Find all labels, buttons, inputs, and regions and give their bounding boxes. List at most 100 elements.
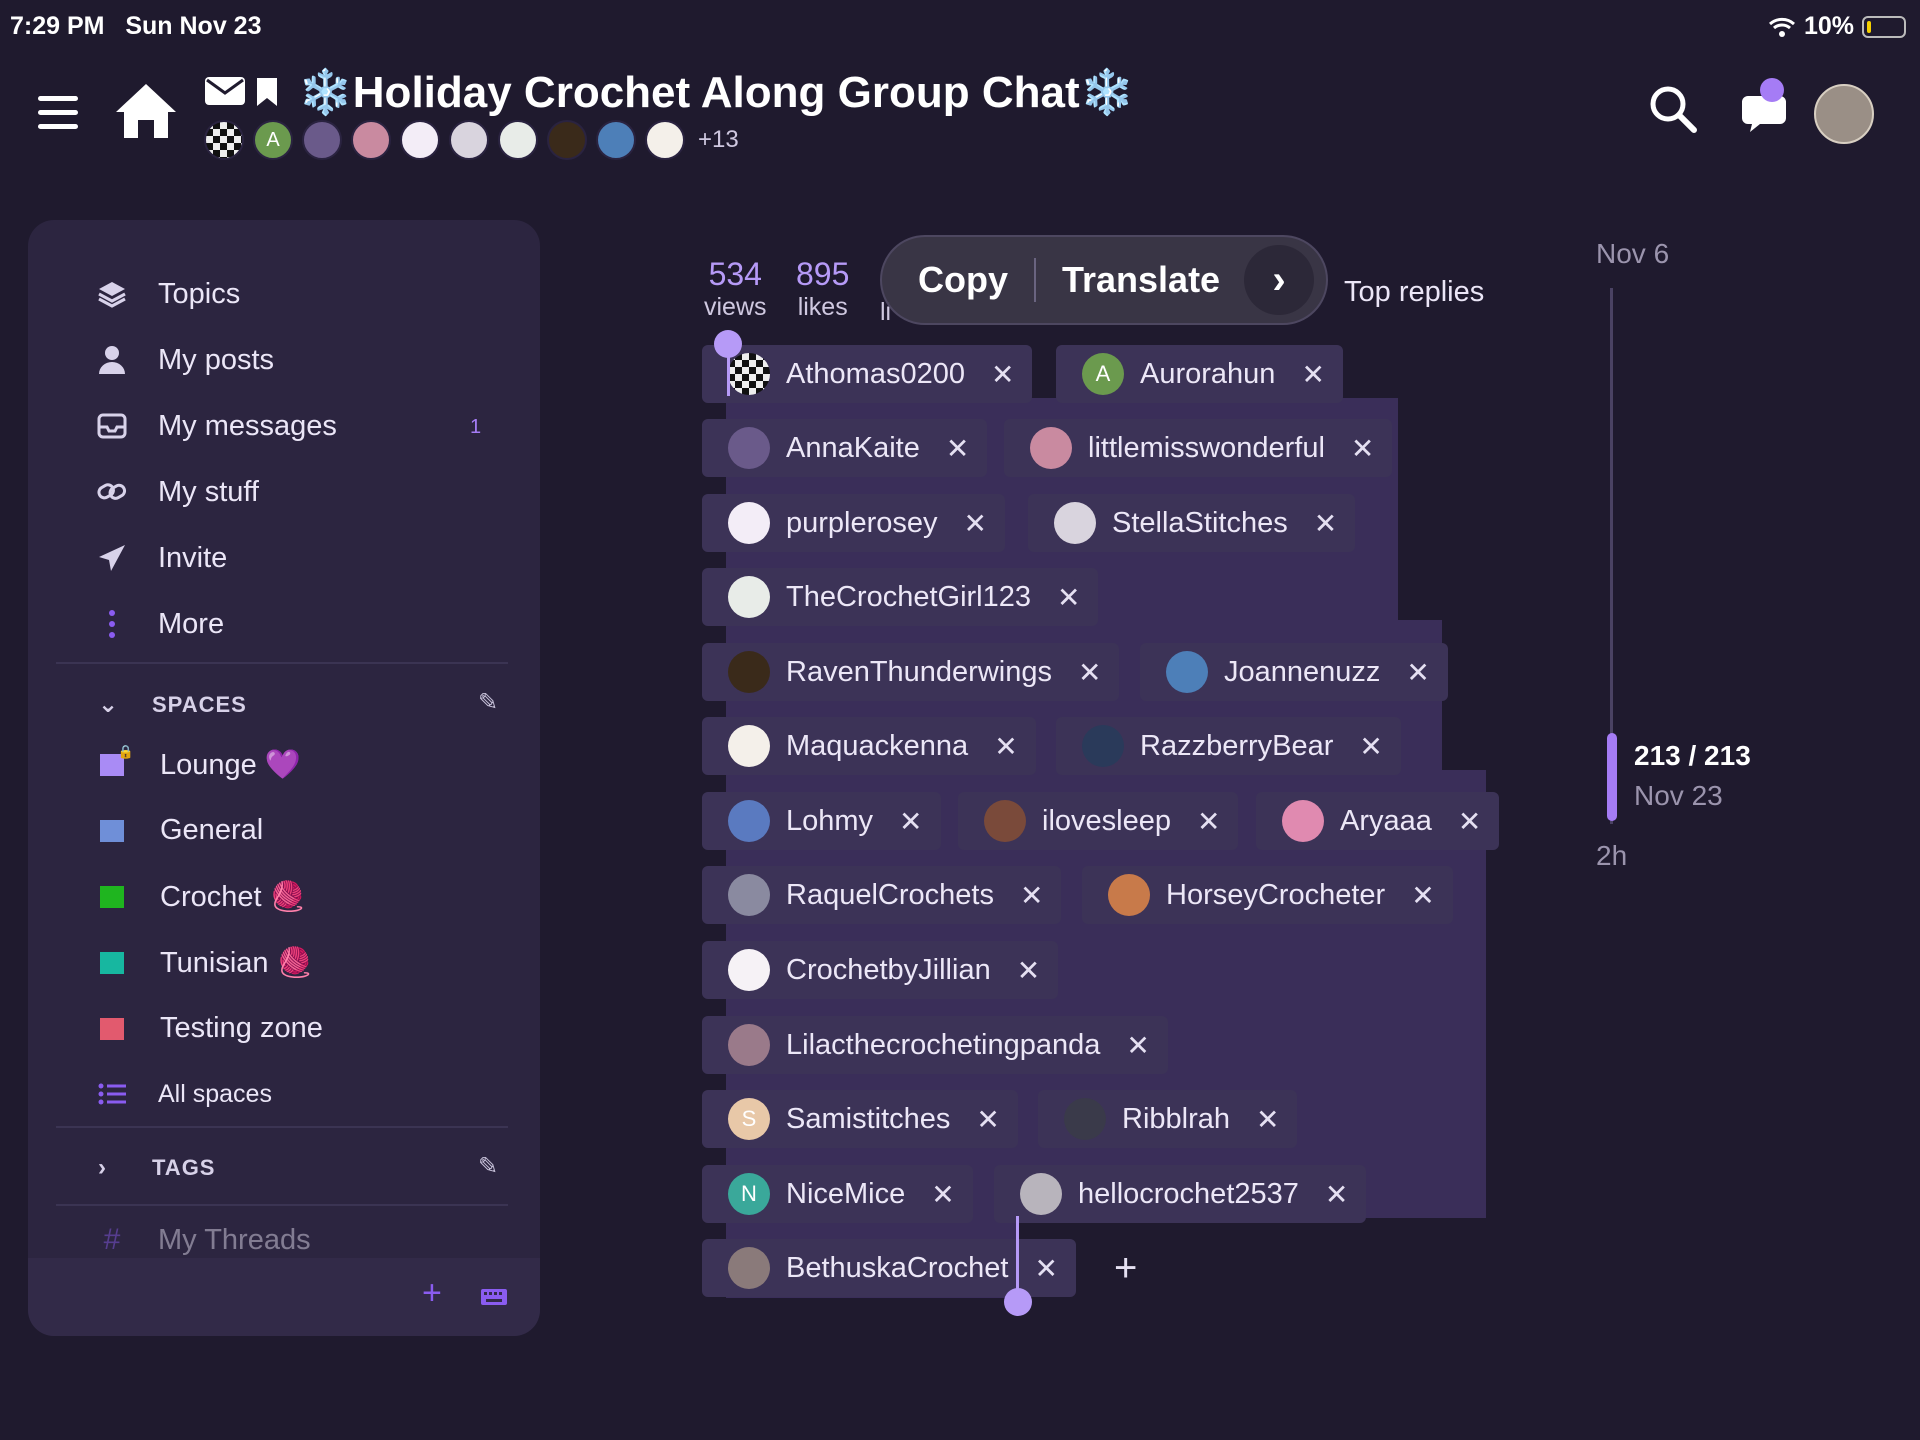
participant-chip[interactable]: StellaStitches ✕ bbox=[1028, 494, 1356, 552]
participant-name: littlemisswonderful bbox=[1088, 431, 1325, 464]
avatar bbox=[596, 120, 636, 160]
participant-name: HorseyCrocheter bbox=[1166, 878, 1386, 911]
participant-chip[interactable]: TheCrochetGirl123 ✕ bbox=[702, 568, 1099, 626]
battery-icon bbox=[1862, 15, 1906, 38]
remove-participant-icon[interactable]: ✕ bbox=[1351, 432, 1374, 465]
paper-plane-icon bbox=[94, 540, 130, 576]
remove-participant-icon[interactable]: ✕ bbox=[1301, 358, 1324, 391]
participant-chip[interactable]: S Samistitches ✕ bbox=[702, 1090, 1018, 1148]
participant-chip[interactable]: ilovesleep ✕ bbox=[958, 792, 1239, 850]
tags-section-toggle[interactable]: › TAGS bbox=[98, 1154, 215, 1182]
avatar bbox=[302, 120, 342, 160]
participant-chip[interactable]: CrochetbyJillian ✕ bbox=[702, 941, 1059, 999]
sidebar-item-my-stuff[interactable]: My stuff bbox=[94, 474, 259, 510]
participant-name: purplerosey bbox=[786, 506, 938, 539]
participant-chip[interactable]: AnnaKaite ✕ bbox=[702, 419, 988, 477]
selection-end-handle[interactable] bbox=[1004, 1288, 1032, 1316]
keyboard-icon[interactable] bbox=[480, 1288, 508, 1306]
remove-participant-icon[interactable]: ✕ bbox=[994, 730, 1017, 763]
remove-participant-icon[interactable]: ✕ bbox=[899, 805, 922, 838]
timeline-handle[interactable] bbox=[1607, 733, 1617, 821]
avatar: N bbox=[728, 1173, 770, 1215]
remove-participant-icon[interactable]: ✕ bbox=[946, 432, 969, 465]
more-options-chevron-icon[interactable]: › bbox=[1244, 245, 1314, 315]
remove-participant-icon[interactable]: ✕ bbox=[1411, 879, 1434, 912]
sidebar-item-my-messages[interactable]: My messages bbox=[94, 408, 337, 444]
search-icon[interactable] bbox=[1648, 84, 1698, 134]
sidebar-item-my-threads[interactable]: # My Threads bbox=[94, 1222, 311, 1258]
participant-chip[interactable]: RavenThunderwings ✕ bbox=[702, 643, 1120, 701]
remove-participant-icon[interactable]: ✕ bbox=[991, 358, 1014, 391]
timeline-start-date[interactable]: Nov 6 bbox=[1596, 238, 1669, 270]
remove-participant-icon[interactable]: ✕ bbox=[1359, 730, 1382, 763]
edit-tags-pencil-icon[interactable]: ✎ bbox=[478, 1152, 498, 1181]
remove-participant-icon[interactable]: ✕ bbox=[1057, 581, 1080, 614]
space-color-swatch bbox=[100, 952, 124, 974]
sidebar-item-testing-zone[interactable]: Testing zone bbox=[94, 1012, 323, 1045]
avatar-initial: S bbox=[741, 1106, 757, 1131]
participant-chip[interactable]: Lohmy ✕ bbox=[702, 792, 941, 850]
top-replies-button[interactable]: Top replies bbox=[1344, 276, 1484, 309]
participant-chip[interactable]: Aryaaa ✕ bbox=[1256, 792, 1500, 850]
participant-chip[interactable]: RaquelCrochets ✕ bbox=[702, 866, 1062, 924]
sidebar-item-general[interactable]: General bbox=[94, 814, 263, 847]
likes-label: likes bbox=[797, 293, 848, 321]
participant-chip[interactable]: Maquackenna ✕ bbox=[702, 717, 1036, 775]
participant-chip[interactable]: A Aurorahun ✕ bbox=[1056, 345, 1343, 403]
edit-spaces-pencil-icon[interactable]: ✎ bbox=[478, 688, 498, 717]
participant-chip[interactable]: purplerosey ✕ bbox=[702, 494, 1005, 552]
copy-button[interactable]: Copy bbox=[918, 259, 1008, 301]
sidebar-item-label: My Threads bbox=[158, 1223, 311, 1256]
remove-participant-icon[interactable]: ✕ bbox=[1020, 879, 1043, 912]
remove-participant-icon[interactable]: ✕ bbox=[1458, 805, 1481, 838]
participant-chip[interactable]: N NiceMice ✕ bbox=[702, 1165, 973, 1223]
sidebar-item-label: Testing zone bbox=[160, 1012, 323, 1044]
spaces-section-toggle[interactable]: ⌄ SPACES bbox=[98, 690, 247, 719]
user-avatar[interactable] bbox=[1814, 84, 1874, 144]
remove-participant-icon[interactable]: ✕ bbox=[1197, 805, 1220, 838]
participant-chip[interactable]: Lilacthecrochetingpanda ✕ bbox=[702, 1016, 1168, 1074]
status-time: 7:29 PM bbox=[10, 12, 105, 40]
remove-participant-icon[interactable]: ✕ bbox=[1314, 507, 1337, 540]
participant-chip[interactable]: Athomas0200 ✕ bbox=[702, 345, 1033, 403]
avatar bbox=[547, 120, 587, 160]
participant-chip[interactable]: HorseyCrocheter ✕ bbox=[1082, 866, 1453, 924]
remove-participant-icon[interactable]: ✕ bbox=[1325, 1178, 1348, 1211]
hamburger-menu-button[interactable] bbox=[38, 96, 78, 138]
remove-participant-icon[interactable]: ✕ bbox=[976, 1103, 999, 1136]
sidebar-item-label: Topics bbox=[158, 277, 241, 310]
sidebar-item-invite[interactable]: Invite bbox=[94, 540, 227, 576]
sidebar-item-topics[interactable]: Topics bbox=[94, 276, 240, 312]
sidebar-item-all-spaces[interactable]: All spaces bbox=[94, 1076, 272, 1112]
remove-participant-icon[interactable]: ✕ bbox=[1034, 1252, 1057, 1285]
participant-chip[interactable]: littlemisswonderful ✕ bbox=[1004, 419, 1393, 477]
translate-button[interactable]: Translate bbox=[1062, 259, 1220, 301]
participant-chip[interactable]: hellocrochet2537 ✕ bbox=[994, 1165, 1367, 1223]
sidebar-item-label: Tunisian 🧶 bbox=[160, 947, 313, 979]
participant-chip[interactable]: Ribblrah ✕ bbox=[1038, 1090, 1298, 1148]
participant-name: StellaStitches bbox=[1112, 506, 1288, 539]
home-icon[interactable] bbox=[112, 80, 180, 142]
participant-chip[interactable]: Joannenuzz ✕ bbox=[1140, 643, 1448, 701]
sidebar-item-my-posts[interactable]: My posts bbox=[94, 342, 274, 378]
participant-avatars[interactable]: A +13 bbox=[204, 120, 739, 160]
add-participant-button[interactable]: + bbox=[1114, 1246, 1137, 1291]
sidebar-item-more[interactable]: More bbox=[94, 606, 224, 642]
remove-participant-icon[interactable]: ✕ bbox=[1017, 954, 1040, 987]
timeline-end-ago[interactable]: 2h bbox=[1596, 840, 1627, 872]
remove-participant-icon[interactable]: ✕ bbox=[1406, 656, 1429, 689]
plus-icon[interactable]: + bbox=[422, 1274, 442, 1313]
avatar bbox=[728, 651, 770, 693]
remove-participant-icon[interactable]: ✕ bbox=[1256, 1103, 1279, 1136]
participant-chip[interactable]: RazzberryBear ✕ bbox=[1056, 717, 1401, 775]
remove-participant-icon[interactable]: ✕ bbox=[931, 1178, 954, 1211]
remove-participant-icon[interactable]: ✕ bbox=[1078, 656, 1101, 689]
sidebar-item-tunisian[interactable]: Tunisian 🧶 bbox=[94, 946, 313, 980]
sidebar-item-lounge[interactable]: 🔒 Lounge 💜 bbox=[94, 744, 301, 782]
spaces-heading: SPACES bbox=[152, 691, 247, 717]
remove-participant-icon[interactable]: ✕ bbox=[964, 507, 987, 540]
participant-name: Ribblrah bbox=[1122, 1102, 1230, 1135]
remove-participant-icon[interactable]: ✕ bbox=[1126, 1029, 1149, 1062]
more-participants-count: +13 bbox=[698, 126, 739, 153]
sidebar-item-crochet[interactable]: Crochet 🧶 bbox=[94, 880, 306, 914]
